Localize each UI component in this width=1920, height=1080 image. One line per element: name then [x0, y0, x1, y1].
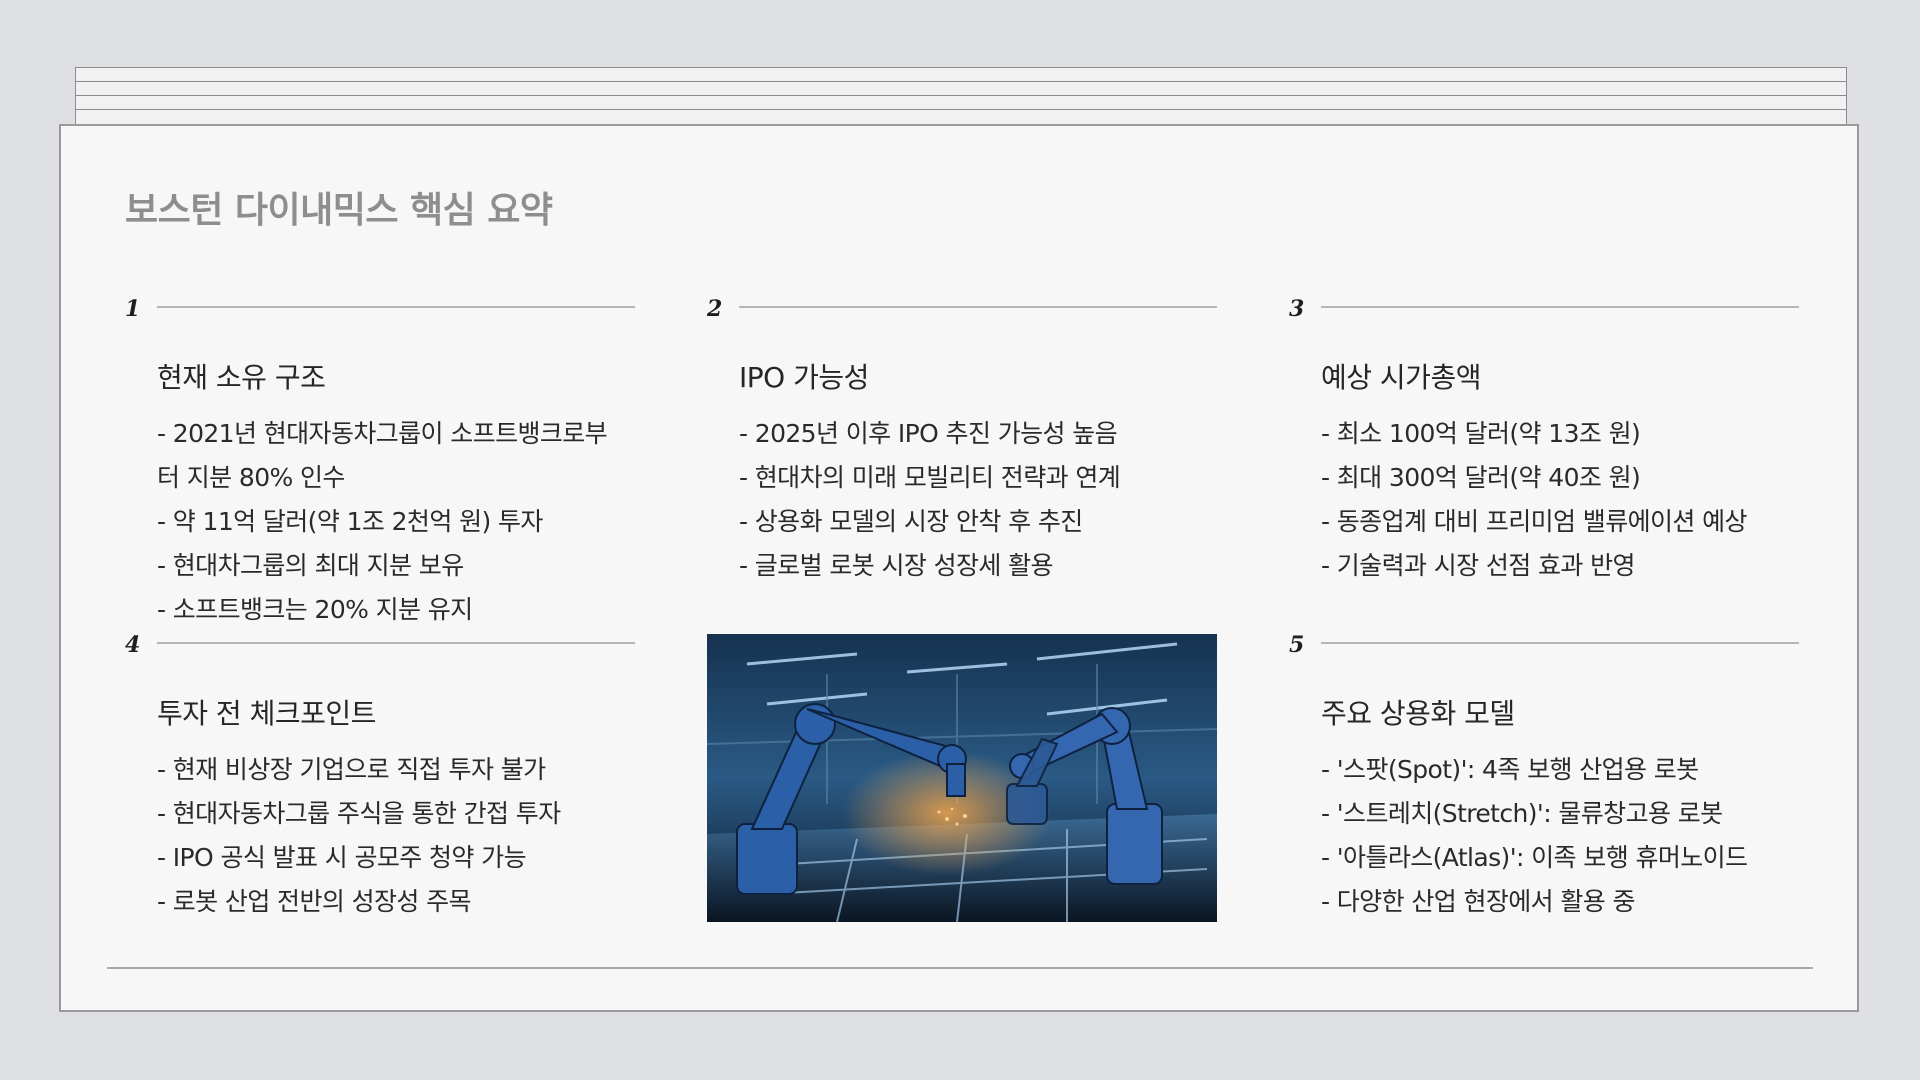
robot-factory-illustration [707, 634, 1217, 922]
section-divider [157, 642, 635, 644]
section-heading: 예상 시가총액 [1321, 361, 1481, 394]
list-item: - 글로벌 로봇 시장 성장세 활용 [739, 551, 1054, 580]
section-list: - '스팟(Spot)': 4족 보행 산업용 로봇 - '스트레치(Stret… [1321, 748, 1791, 924]
list-item: - 2025년 이후 IPO 추진 가능성 높음 [739, 419, 1118, 448]
section-divider [1321, 306, 1799, 308]
section-divider [739, 306, 1217, 308]
list-item: - 현대차의 미래 모빌리티 전략과 연계 [739, 463, 1121, 492]
section-list: - 2021년 현대자동차그룹이 소프트뱅크로부터 지분 80% 인수 - 약 … [157, 412, 627, 632]
section-number: 4 [125, 632, 141, 658]
list-item: - '아틀라스(Atlas)': 이족 보행 휴머노이드 [1321, 843, 1748, 872]
slide-title: 보스턴 다이내믹스 핵심 요약 [125, 190, 553, 231]
list-item: - 현대자동차그룹 주식을 통한 간접 투자 [157, 799, 561, 828]
section-list: - 최소 100억 달러(약 13조 원) - 최대 300억 달러(약 40조… [1321, 412, 1791, 588]
robot-factory-image [707, 634, 1217, 922]
list-item: - 동종업계 대비 프리미엄 밸류에이션 예상 [1321, 507, 1748, 536]
list-item: - 최소 100억 달러(약 13조 원) [1321, 419, 1641, 448]
section-heading: 투자 전 체크포인트 [157, 697, 376, 730]
stacked-slide-edge [75, 95, 1847, 110]
section-divider [157, 306, 635, 308]
list-item: - 최대 300억 달러(약 40조 원) [1321, 463, 1641, 492]
section-list: - 현재 비상장 기업으로 직접 투자 불가 - 현대자동차그룹 주식을 통한 … [157, 748, 627, 924]
list-item: - '스트레치(Stretch)': 물류창고용 로봇 [1321, 799, 1723, 828]
list-item: - 상용화 모델의 시장 안착 후 추진 [739, 507, 1083, 536]
list-item: - 다양한 산업 현장에서 활용 중 [1321, 887, 1636, 916]
stacked-slide-edge [75, 109, 1847, 124]
stacked-slide-edge [75, 81, 1847, 96]
stacked-slide-edge [75, 67, 1847, 82]
list-item: - '스팟(Spot)': 4족 보행 산업용 로봇 [1321, 755, 1699, 784]
list-item: - IPO 공식 발표 시 공모주 청약 가능 [157, 843, 527, 872]
list-item: - 로봇 산업 전반의 성장성 주목 [157, 887, 472, 916]
section-number: 2 [707, 296, 723, 322]
list-item: - 약 11억 달러(약 1조 2천억 원) 투자 [157, 507, 543, 536]
section-number: 1 [125, 296, 141, 322]
section-heading: 현재 소유 구조 [157, 361, 326, 394]
section-number: 3 [1289, 296, 1305, 322]
list-item: - 2021년 현대자동차그룹이 소프트뱅크로부터 지분 80% 인수 [157, 419, 608, 492]
list-item: - 기술력과 시장 선점 효과 반영 [1321, 551, 1636, 580]
section-number: 5 [1289, 632, 1305, 658]
section-heading: 주요 상용화 모델 [1321, 697, 1515, 730]
list-item: - 소프트뱅크는 20% 지분 유지 [157, 595, 473, 624]
section-list: - 2025년 이후 IPO 추진 가능성 높음 - 현대차의 미래 모빌리티 … [739, 412, 1209, 588]
bottom-divider [107, 967, 1813, 969]
list-item: - 현재 비상장 기업으로 직접 투자 불가 [157, 755, 546, 784]
list-item: - 현대차그룹의 최대 지분 보유 [157, 551, 464, 580]
section-heading: IPO 가능성 [739, 361, 869, 394]
section-divider [1321, 642, 1799, 644]
slide: 보스턴 다이내믹스 핵심 요약 1 현재 소유 구조 - 2021년 현대자동차… [59, 124, 1859, 1012]
